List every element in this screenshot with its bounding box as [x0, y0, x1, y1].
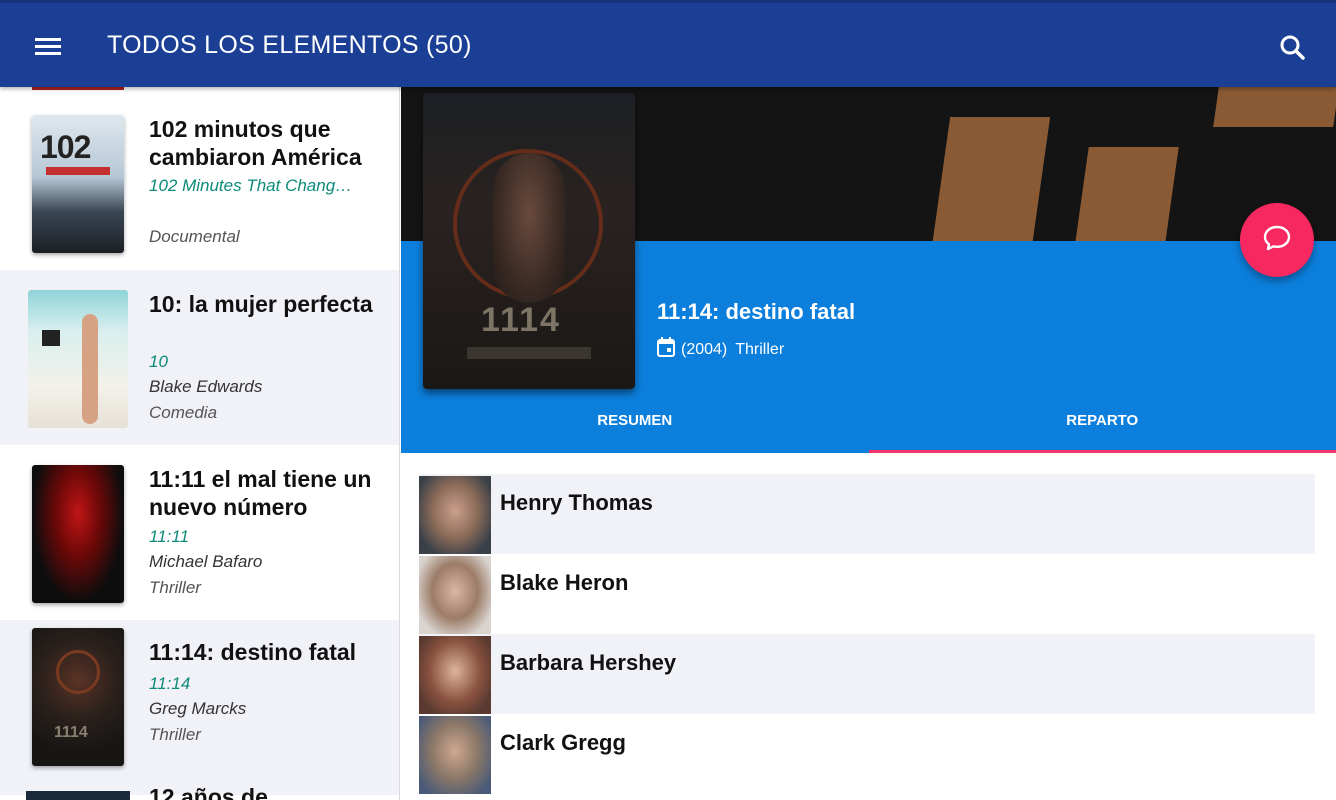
detail-year: (2004) [681, 340, 728, 358]
item-genre: Documental [149, 227, 240, 246]
detail-poster: 1114 [423, 93, 635, 389]
item-genre: Comedia [149, 403, 218, 422]
cast-photo [419, 716, 491, 794]
detail-pane: 1114 11:14: destino fatal (2004) Thrille… [401, 87, 1336, 800]
item-director: Greg Marcks [149, 699, 247, 718]
cast-name: Henry Thomas [500, 490, 653, 515]
item-original-title: 11:14 [149, 674, 191, 693]
cast-photo [419, 476, 491, 554]
menu-icon[interactable] [24, 27, 72, 67]
item-original-title: 11:11 [149, 527, 190, 546]
list-item[interactable]: 12 años de [0, 773, 399, 800]
chat-bubble-icon [1261, 222, 1293, 259]
movie-poster [32, 465, 124, 603]
cast-row[interactable]: Blake Heron [419, 554, 1315, 634]
item-title: 102 minutos que cambiaron América [149, 116, 362, 170]
tab-resumen[interactable]: RESUMEN [401, 399, 869, 453]
list-item-selected[interactable]: 1114 11:14: destino fatal 11:14 Greg Mar… [0, 620, 399, 795]
list-item[interactable]: 11:11 el mal tiene un nuevo número 11:11… [0, 445, 399, 620]
item-director: Michael Bafaro [149, 552, 263, 571]
movie-list[interactable]: 102 102 minutos que cambiaron América 10… [0, 87, 400, 800]
item-title: 10: la mujer perfecta [149, 291, 373, 317]
search-icon[interactable] [1270, 27, 1314, 67]
page-title: TODOS LOS ELEMENTOS (50) [107, 31, 472, 59]
poster-fragment [32, 87, 124, 90]
cast-row[interactable]: Barbara Hershey [419, 634, 1315, 714]
app-bar: TODOS LOS ELEMENTOS (50) [0, 0, 1336, 87]
item-original-title: 102 Minutes That Chang… [149, 176, 353, 195]
cast-photo [419, 556, 491, 634]
cast-list: Henry Thomas Blake Heron Barbara Hershey… [419, 474, 1315, 794]
movie-poster [26, 791, 130, 800]
cast-row[interactable]: Clark Gregg [419, 714, 1315, 794]
item-title: 11:14: destino fatal [149, 639, 357, 665]
calendar-icon [657, 337, 675, 362]
cast-name: Barbara Hershey [500, 650, 677, 675]
cast-name: Clark Gregg [500, 730, 626, 755]
detail-meta: (2004) Thriller [657, 337, 784, 362]
item-title: 11:11 el mal tiene un nuevo número [149, 466, 372, 520]
item-director: Blake Edwards [149, 377, 263, 396]
item-original-title: 10 [149, 352, 168, 371]
list-item[interactable]: 102 102 minutos que cambiaron América 10… [0, 95, 399, 270]
comment-fab[interactable] [1240, 203, 1314, 277]
item-genre: Thriller [149, 578, 201, 597]
movie-poster [28, 290, 128, 428]
detail-tabs: RESUMEN REPARTO [401, 399, 1336, 453]
cast-row[interactable]: Henry Thomas [419, 474, 1315, 554]
item-title: 12 años de [149, 784, 268, 800]
list-item-partial [0, 87, 399, 95]
movie-poster: 1114 [32, 628, 124, 766]
cast-photo [419, 636, 491, 714]
item-genre: Thriller [149, 725, 201, 744]
detail-genre: Thriller [735, 340, 785, 358]
list-item[interactable]: 10: la mujer perfecta 10 Blake Edwards C… [0, 270, 399, 445]
cast-name: Blake Heron [500, 570, 629, 595]
tab-reparto[interactable]: REPARTO [868, 399, 1336, 453]
detail-title: 11:14: destino fatal [657, 299, 856, 324]
movie-poster: 102 [32, 115, 124, 253]
